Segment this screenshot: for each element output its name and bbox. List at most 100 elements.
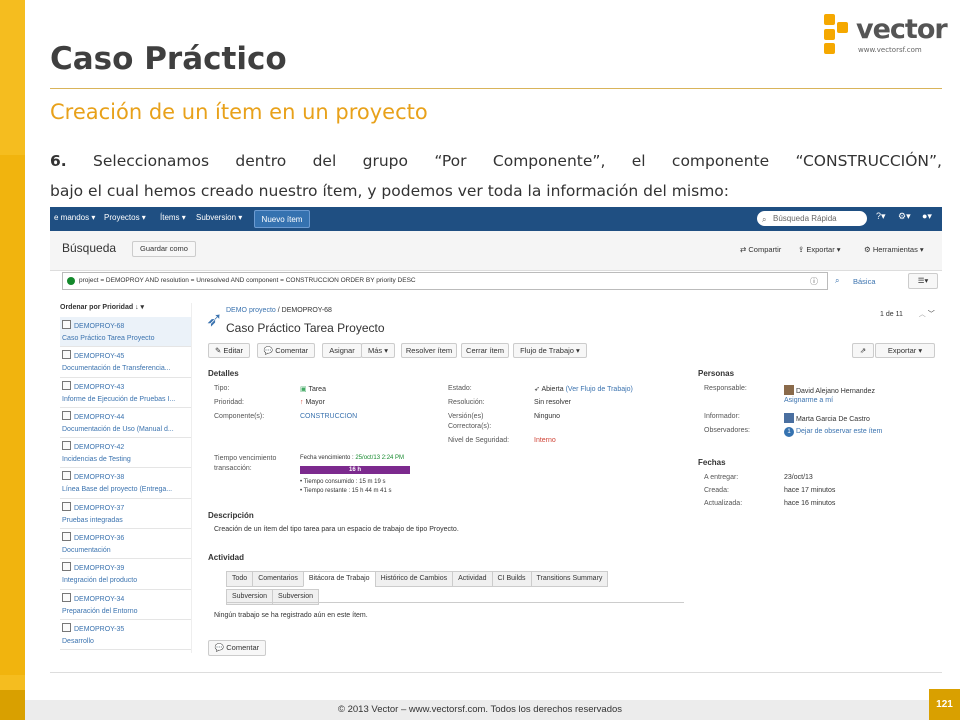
issue-title: Caso Práctico Tarea Proyecto xyxy=(226,321,385,335)
tab-ci-builds[interactable]: CI Builds xyxy=(491,571,532,587)
priority-value: ↑ Mayor xyxy=(300,399,325,406)
title-rule xyxy=(50,88,942,89)
help-circle-icon[interactable]: ⓘ xyxy=(810,276,818,287)
list-item[interactable]: DEMOPROY-37 Pruebas integradas xyxy=(60,499,191,530)
search-title: Búsqueda xyxy=(62,241,117,255)
export-link[interactable]: ⇪ Exportar ▾ xyxy=(798,245,841,254)
issue-summary: Informe de Ejecución de Pruebas I... xyxy=(62,395,176,403)
edit-button[interactable]: ✎ Editar xyxy=(208,343,250,358)
tools-link[interactable]: ⚙ Herramientas ▾ xyxy=(864,245,924,254)
task-icon: ▣ xyxy=(300,386,307,393)
assign-to-me-link[interactable]: Asignarme a mí xyxy=(784,397,833,404)
dates-heading: Fechas xyxy=(698,458,726,467)
export-button[interactable]: Exportar ▾ xyxy=(875,343,935,358)
nav-subversion[interactable]: Subversion ▾ xyxy=(196,213,242,222)
search-icon[interactable]: ⌕ xyxy=(835,276,839,286)
share-link[interactable]: ⇄ Compartir xyxy=(740,245,781,254)
created-value: hace 17 minutos xyxy=(784,487,836,494)
list-item[interactable]: DEMOPROY-38 Línea Base del proyecto (Entr… xyxy=(60,468,191,499)
chevron-up-icon[interactable]: ︿ xyxy=(919,311,926,318)
help-icon[interactable]: ?▾ xyxy=(876,211,886,222)
view-workflow-link[interactable]: (Ver Flujo de Trabajo) xyxy=(566,386,633,393)
issue-key: DEMOPROY-39 xyxy=(62,562,189,575)
component-value[interactable]: CONSTRUCCION xyxy=(300,413,357,420)
list-item[interactable]: DEMOPROY-35 Desarrollo xyxy=(60,620,191,651)
logo-url: www.vectorsf.com xyxy=(858,46,922,54)
jira-screenshot: e mandos ▾ Proyectos ▾ Ítems ▾ Subversio… xyxy=(50,207,942,673)
avatar xyxy=(784,385,794,395)
resolution-label: Resolución: xyxy=(448,399,485,406)
more-button[interactable]: Más ▾ xyxy=(361,343,395,358)
nav-projects[interactable]: Proyectos ▾ xyxy=(104,213,146,222)
gear-icon[interactable]: ⚙▾ xyxy=(898,211,911,222)
due-label: A entregar: xyxy=(704,474,739,481)
tab-comments[interactable]: Comentarios xyxy=(252,571,304,587)
breadcrumb-project[interactable]: DEMO proyecto xyxy=(226,307,276,314)
activity-heading: Actividad xyxy=(208,553,245,562)
tab-all[interactable]: Todo xyxy=(226,571,254,587)
description-heading: Descripción xyxy=(208,511,254,520)
comment-button[interactable]: 💬 Comentar xyxy=(257,343,315,358)
tab-history[interactable]: Histórico de Cambios xyxy=(374,571,454,587)
comment-bottom-button[interactable]: 💬 Comentar xyxy=(208,640,266,656)
list-item[interactable]: DEMOPROY-45 Documentación de Transferenci… xyxy=(60,347,191,378)
quick-search-input[interactable]: ⌕ Búsqueda Rápida xyxy=(757,211,867,226)
list-item[interactable]: DEMOPROY-34 Preparación del Entorno xyxy=(60,590,191,620)
basic-search-link[interactable]: Básica xyxy=(853,277,876,286)
type-label: Tipo: xyxy=(214,385,230,392)
order-by-dropdown[interactable]: Ordenar por Prioridad ↓ ▾ xyxy=(60,303,191,311)
stop-watching-link[interactable]: Dejar de observar este ítem xyxy=(796,428,882,435)
workflow-button[interactable]: Flujo de Trabajo ▾ xyxy=(513,343,587,358)
issue-list: Ordenar por Prioridad ↓ ▾ DEMOPROY-68 Cas… xyxy=(60,303,192,653)
search-icon: ⌕ xyxy=(762,215,767,224)
priority-label: Prioridad: xyxy=(214,399,244,406)
fix-version-value: Ninguno xyxy=(534,413,561,420)
issue-summary: Pruebas integradas xyxy=(62,516,123,524)
step-paragraph: 6. Seleccionamos dentro del grupo “Por C… xyxy=(50,146,942,206)
time-remaining: • Tiempo restante : 15 h 44 m 41 s xyxy=(300,488,392,494)
close-button[interactable]: Cerrar ítem xyxy=(461,343,509,358)
list-item[interactable]: DEMOPROY-43 Informe de Ejecución de Prueb… xyxy=(60,378,191,408)
due-time-label-2: transacción: xyxy=(214,465,252,472)
tabs-divider xyxy=(226,602,684,603)
issue-summary: Integración del producto xyxy=(62,577,138,585)
avatar xyxy=(784,413,794,423)
watchers-count-badge: 1 xyxy=(784,427,794,437)
resolve-button[interactable]: Resolver ítem xyxy=(401,343,457,358)
issue-summary: Preparación del Entorno xyxy=(62,607,138,615)
layout-toggle-button[interactable]: ☰▾ xyxy=(908,273,938,289)
jql-query-input[interactable]: project = DEMOPROY AND resolution = Unre… xyxy=(62,272,828,290)
watchers-label: Observadores: xyxy=(704,427,750,434)
breadcrumb-key[interactable]: DEMOPROY-68 xyxy=(282,307,332,314)
people-heading: Personas xyxy=(698,369,735,378)
tab-transitions[interactable]: Transitions Summary xyxy=(530,571,609,587)
list-item[interactable]: DEMOPROY-68 Caso Práctico Tarea Proyecto xyxy=(60,317,191,348)
issue-key: DEMOPROY-43 xyxy=(62,381,189,394)
share-button[interactable]: ⇗ xyxy=(852,343,874,358)
security-value: Interno xyxy=(534,437,556,444)
tab-activity[interactable]: Actividad xyxy=(452,571,493,587)
fix-version-label: Versión(es) xyxy=(448,413,484,420)
new-item-button[interactable]: Nuevo ítem xyxy=(254,210,310,228)
list-item[interactable]: DEMOPROY-42 Incidencias de Testing xyxy=(60,438,191,469)
save-as-button[interactable]: Guardar como xyxy=(132,241,196,257)
nav-dashboards[interactable]: e mandos ▾ xyxy=(54,213,95,222)
due-value: 23/oct/13 xyxy=(784,474,813,481)
tab-work-log[interactable]: Bitácora de Trabajo xyxy=(302,571,376,587)
reporter-value: Marta Garcia De Castro xyxy=(784,413,870,423)
chevron-down-icon[interactable]: ﹀ xyxy=(928,311,935,318)
slide-subtitle: Creación de un ítem en un proyecto xyxy=(50,100,428,124)
list-item[interactable]: DEMOPROY-44 Documentación de Uso (Manual … xyxy=(60,408,191,439)
user-icon[interactable]: ●▾ xyxy=(922,211,932,222)
assign-button[interactable]: Asignar xyxy=(322,343,362,358)
issue-summary: Línea Base del proyecto (Entrega... xyxy=(62,486,173,494)
left-accent-bar-inner xyxy=(0,155,25,675)
issue-summary: Desarrollo xyxy=(62,637,94,645)
pager: 1 de 11 ︿ ﹀ xyxy=(880,311,935,318)
list-item[interactable]: DEMOPROY-36 Documentación xyxy=(60,529,191,560)
list-item[interactable]: DEMOPROY-39 Integración del producto xyxy=(60,559,191,590)
issue-key: DEMOPROY-35 xyxy=(62,623,189,636)
issue-key: DEMOPROY-38 xyxy=(62,471,189,484)
vector-logo: vector www.vectorsf.com xyxy=(818,12,948,56)
nav-items[interactable]: Ítems ▾ xyxy=(160,213,186,222)
